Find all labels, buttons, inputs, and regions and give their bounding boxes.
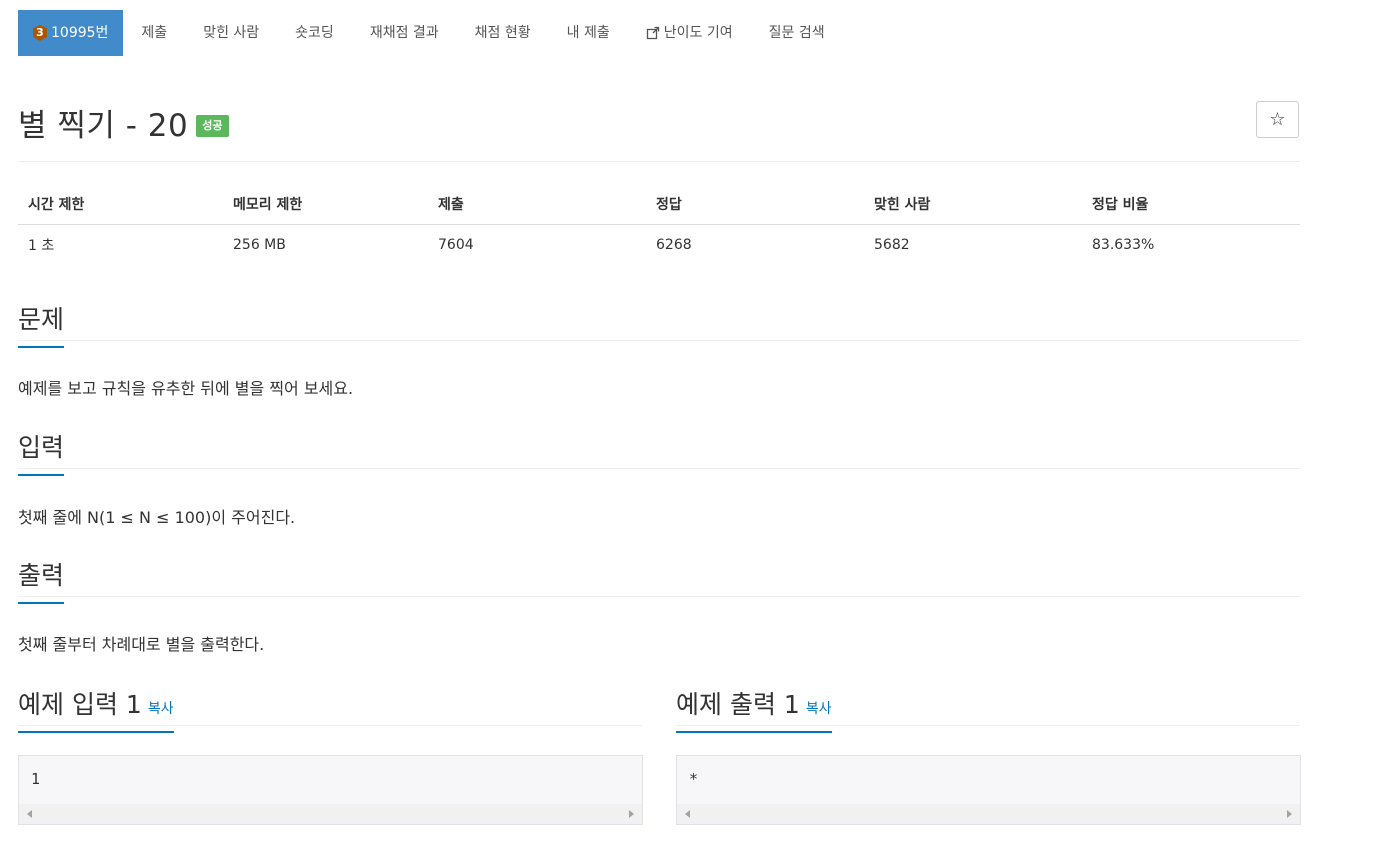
scroll-left-icon[interactable] <box>685 810 690 818</box>
header-accept-ratio: 정답 비율 <box>1082 186 1300 225</box>
copy-input-link[interactable]: 복사 <box>148 701 174 717</box>
problem-id: 10995번 <box>51 25 109 41</box>
sample-output-box[interactable]: * <box>676 755 1301 825</box>
tab-problem[interactable]: 3 10995번 <box>18 10 124 56</box>
page-title: 별 찍기 - 20 <box>18 108 189 144</box>
submissions-value: 7604 <box>438 237 474 253</box>
tab-solved-users[interactable]: 맞힌 사람 <box>185 10 277 56</box>
sample-output-content: * <box>689 770 699 788</box>
sample-output-divider <box>676 725 1300 726</box>
tier-badge-icon: 3 <box>33 25 47 41</box>
header-accepted: 정답 <box>646 186 864 225</box>
sample-input-content: 1 <box>31 770 41 788</box>
sample-input-title: 예제 입력 1 <box>18 690 142 719</box>
solved-users-value: 5682 <box>874 237 910 253</box>
tab-rejudge-results[interactable]: 재채점 결과 <box>352 10 457 56</box>
tab-difficulty-contribution[interactable]: 난이도 기여 <box>628 10 751 56</box>
output-description: 첫째 줄부터 차례대로 별을 출력한다. <box>18 635 265 654</box>
memory-limit-value: 256 MB <box>233 237 286 253</box>
problem-header: 별 찍기 - 20 성공 <box>18 100 229 145</box>
sample-input-box[interactable]: 1 <box>18 755 643 825</box>
sample-input-divider <box>18 725 642 726</box>
problem-info-table: 시간 제한 메모리 제한 제출 정답 맞힌 사람 정답 비율 1 초 256 M… <box>18 186 1300 265</box>
scroll-right-icon[interactable] <box>629 810 634 818</box>
header-divider <box>18 161 1300 162</box>
problem-description: 예제를 보고 규칙을 유추한 뒤에 별을 찍어 보세요. <box>18 379 354 398</box>
info-value-row: 1 초 256 MB 7604 6268 5682 83.633% <box>18 225 1300 266</box>
tab-my-submissions[interactable]: 내 제출 <box>549 10 628 56</box>
header-memory-limit: 메모리 제한 <box>223 186 428 225</box>
input-section-divider <box>18 468 1300 469</box>
tab-submit[interactable]: 제출 <box>123 10 185 56</box>
external-link-icon <box>646 26 659 40</box>
header-submissions: 제출 <box>428 186 646 225</box>
star-icon: ☆ <box>1269 109 1286 130</box>
tab-difficulty-label: 난이도 기여 <box>663 25 733 41</box>
status-badge: 성공 <box>196 114 229 137</box>
sample-input-scrollbar[interactable] <box>19 804 642 824</box>
problem-section-divider <box>18 340 1300 341</box>
sample-output-title: 예제 출력 1 <box>676 690 800 719</box>
info-header-row: 시간 제한 메모리 제한 제출 정답 맞힌 사람 정답 비율 <box>18 186 1300 225</box>
output-section-divider <box>18 596 1300 597</box>
accept-ratio-value: 83.633% <box>1092 237 1155 253</box>
tab-short-coding[interactable]: 숏코딩 <box>277 10 352 56</box>
problem-nav: 3 10995번 제출 맞힌 사람 숏코딩 재채점 결과 채점 현황 내 제출 … <box>18 10 843 56</box>
header-solved-users: 맞힌 사람 <box>864 186 1082 225</box>
input-description: 첫째 줄에 N(1 ≤ N ≤ 100)이 주어진다. <box>18 508 296 527</box>
copy-output-link[interactable]: 복사 <box>806 701 832 717</box>
tab-status[interactable]: 채점 현황 <box>457 10 549 56</box>
star-button[interactable]: ☆ <box>1256 101 1299 138</box>
tab-question-search[interactable]: 질문 검색 <box>751 10 843 56</box>
accepted-value: 6268 <box>656 237 692 253</box>
header-time-limit: 시간 제한 <box>18 186 223 225</box>
scroll-right-icon[interactable] <box>1287 810 1292 818</box>
scroll-left-icon[interactable] <box>27 810 32 818</box>
time-limit-value: 1 초 <box>28 238 55 254</box>
sample-output-scrollbar[interactable] <box>677 804 1300 824</box>
